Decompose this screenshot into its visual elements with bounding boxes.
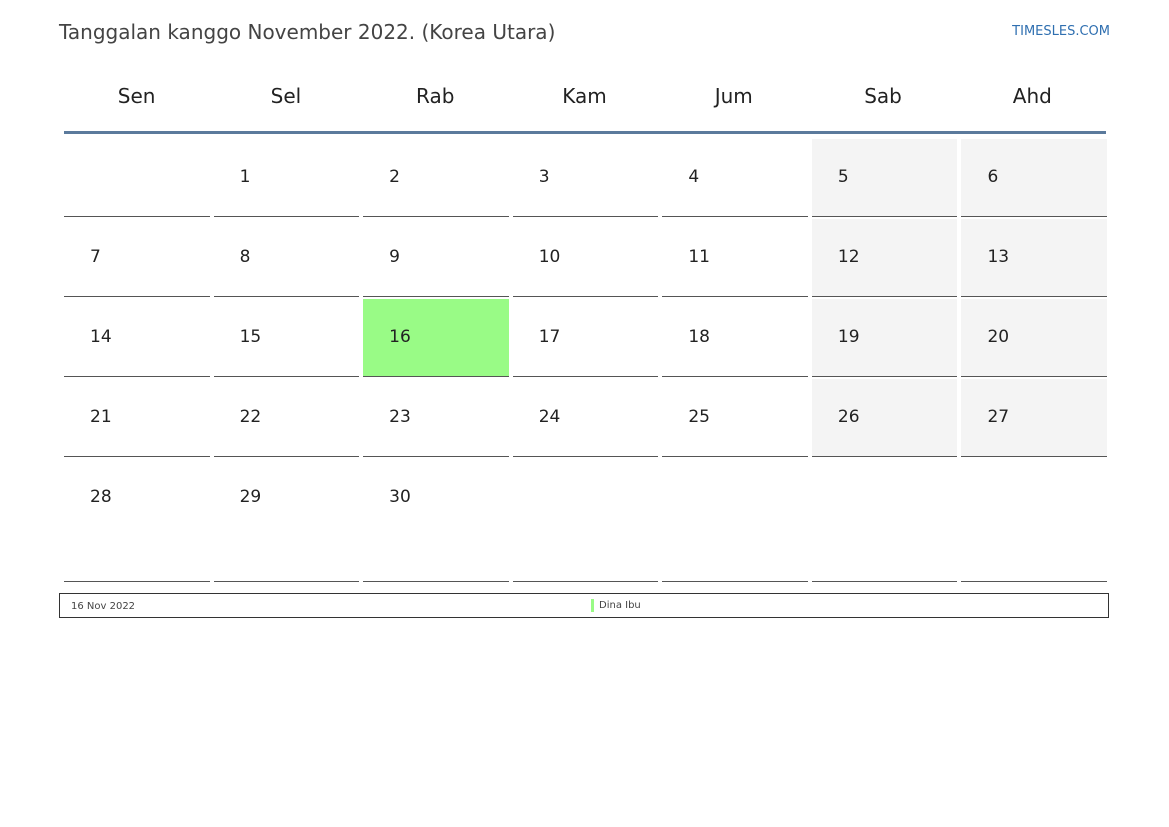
day-number: 5	[837, 167, 849, 187]
day-cell[interactable]: 9	[363, 219, 509, 297]
site-link[interactable]: TIMESLES.COM	[1012, 24, 1110, 39]
day-number: 25	[688, 407, 710, 427]
day-cell[interactable]: 8	[213, 219, 360, 297]
day-cell[interactable]: 24	[512, 379, 659, 457]
day-cell-weekend[interactable]: 13	[961, 219, 1108, 297]
weekday-label: Rab	[415, 84, 455, 108]
day-number: 24	[538, 407, 561, 427]
day-number: 12	[837, 247, 860, 267]
day-cell	[811, 459, 958, 582]
weekday-label: Jum	[714, 84, 753, 108]
day-number: 15	[239, 327, 262, 347]
day-number: 22	[239, 407, 262, 427]
day-cell[interactable]: 21	[64, 379, 210, 457]
day-number: 26	[837, 407, 860, 427]
day-number: 30	[389, 487, 411, 507]
day-cell-weekend[interactable]: 6	[961, 139, 1108, 217]
day-cell[interactable]: 11	[662, 219, 808, 297]
holiday-legend: 16 Nov 2022 Dina Ibu	[59, 593, 1109, 618]
day-cell[interactable]: 23	[363, 379, 509, 457]
page-title: Tanggalan kanggo November 2022. (Korea U…	[59, 20, 556, 44]
day-number: 18	[688, 327, 710, 347]
day-number: 10	[538, 247, 561, 267]
day-number: 13	[987, 247, 1010, 267]
day-cell[interactable]: 7	[64, 219, 210, 297]
day-cell[interactable]: 4	[662, 139, 808, 217]
week-row: 1 2 3 4 5 6	[62, 137, 1109, 217]
weekday-label: Sab	[864, 84, 902, 108]
day-number: 21	[90, 407, 112, 427]
week-row: 28 29 30	[62, 457, 1109, 582]
day-cell-weekend[interactable]: 27	[961, 379, 1108, 457]
day-number: 14	[90, 327, 112, 347]
weekday-label: Ahd	[1012, 84, 1052, 108]
day-cell-weekend[interactable]: 19	[811, 299, 958, 377]
day-number: 1	[239, 167, 251, 187]
weekday-label: Sen	[117, 84, 156, 108]
week-row: 7 8 9 10 11 12 13	[62, 217, 1109, 297]
day-cell[interactable]: 14	[64, 299, 210, 377]
weekday-header: Sen Sel Rab Kam Jum Sab Ahd	[62, 84, 1107, 112]
day-number: 9	[389, 247, 400, 267]
day-number: 16	[389, 327, 411, 347]
day-cell[interactable]: 25	[662, 379, 808, 457]
day-number: 2	[389, 167, 400, 187]
calendar-grid: 1 2 3 4 5 6 7 8 9 10 11 12 13 14 15 16 1…	[62, 137, 1109, 582]
legend-color-marker	[591, 599, 594, 612]
day-cell[interactable]: 10	[512, 219, 659, 297]
day-number: 17	[538, 327, 561, 347]
day-cell[interactable]: 17	[512, 299, 659, 377]
day-cell-highlighted[interactable]: 16	[363, 299, 509, 377]
week-row: 21 22 23 24 25 26 27	[62, 377, 1109, 457]
day-cell[interactable]: 29	[213, 459, 360, 582]
day-cell	[64, 139, 210, 217]
day-number: 4	[688, 167, 700, 187]
day-cell[interactable]: 30	[363, 459, 509, 582]
day-number: 6	[987, 167, 999, 187]
weekday-label: Sel	[270, 84, 302, 108]
day-cell	[961, 459, 1108, 582]
day-cell[interactable]: 15	[213, 299, 360, 377]
day-number: 11	[688, 247, 710, 267]
day-number: 23	[389, 407, 411, 427]
legend-event-label: Dina Ibu	[599, 600, 641, 611]
day-number: 8	[239, 247, 251, 267]
day-number: 29	[239, 487, 262, 507]
day-cell-weekend[interactable]: 12	[811, 219, 958, 297]
header-divider	[64, 131, 1106, 134]
day-number: 20	[987, 327, 1010, 347]
day-cell	[512, 459, 659, 582]
day-cell-weekend[interactable]: 26	[811, 379, 958, 457]
day-cell[interactable]: 1	[213, 139, 360, 217]
day-cell[interactable]: 18	[662, 299, 808, 377]
day-cell	[662, 459, 808, 582]
day-cell-weekend[interactable]: 5	[811, 139, 958, 217]
legend-date: 16 Nov 2022	[71, 601, 136, 612]
legend-event: Dina Ibu	[591, 599, 641, 612]
day-cell[interactable]: 3	[512, 139, 659, 217]
day-number: 27	[987, 407, 1010, 427]
day-number: 19	[837, 327, 860, 347]
day-cell[interactable]: 22	[213, 379, 360, 457]
day-number: 28	[90, 487, 112, 507]
week-row: 14 15 16 17 18 19 20	[62, 297, 1109, 377]
day-number: 3	[538, 167, 550, 187]
weekday-label: Kam	[562, 84, 607, 108]
day-cell-weekend[interactable]: 20	[961, 299, 1108, 377]
day-cell[interactable]: 2	[363, 139, 509, 217]
day-cell[interactable]: 28	[64, 459, 210, 582]
day-number: 7	[90, 247, 101, 267]
